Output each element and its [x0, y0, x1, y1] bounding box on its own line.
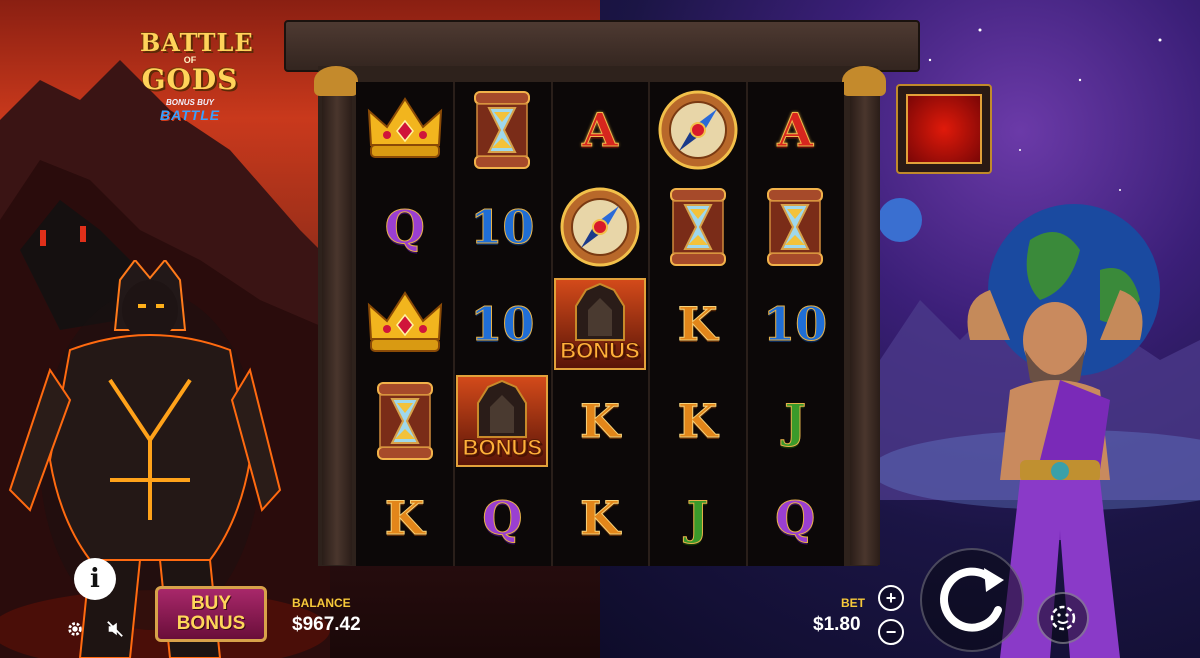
symbol-j: J: [784, 393, 807, 448]
crown-icon: [367, 97, 442, 159]
spin-arrow-icon: [940, 567, 1004, 632]
bonus-symbol-label: BONUS: [560, 337, 640, 363]
logo-title-top: BATTLE: [140, 28, 254, 57]
feature-indicator-gem: [906, 94, 982, 164]
buy-bonus-line2: BONUS: [176, 613, 246, 634]
reel-cell: BONUS: [551, 276, 649, 373]
reel-cell: [746, 179, 844, 276]
reel-cell: [454, 82, 552, 179]
symbol-k: K: [677, 296, 718, 351]
logo-title-bottom: GODS: [141, 63, 239, 96]
balance-value: $967.42: [292, 614, 361, 635]
reel-cell: [356, 372, 454, 469]
reel-grid: A A Q 10 10 BONUS K 10 BONUS K K J K Q K J Q: [356, 82, 844, 566]
left-pillar: [322, 70, 352, 565]
symbol-10: 10: [470, 296, 535, 351]
bet-increase-button[interactable]: +: [878, 585, 904, 611]
reel-cell: K: [356, 469, 454, 566]
throne-icon: [574, 282, 625, 341]
autoplay-button[interactable]: [1037, 592, 1089, 644]
symbol-10: 10: [470, 200, 535, 255]
spin-button[interactable]: [920, 548, 1024, 652]
buy-bonus-line1: BUY: [190, 593, 232, 614]
reel-divider: [551, 82, 553, 566]
compass-icon: [560, 187, 640, 267]
symbol-k: K: [384, 490, 425, 545]
reel-cell: A: [551, 82, 649, 179]
reel-cell: K: [551, 469, 649, 566]
hourglass-icon: [474, 91, 531, 170]
autoplay-icon: [1050, 605, 1076, 631]
reel-cell: K: [649, 372, 747, 469]
left-pillar-cap: [314, 66, 358, 96]
reel-cell: K: [551, 372, 649, 469]
reel-cell: [356, 82, 454, 179]
symbol-q: Q: [482, 490, 523, 545]
logo-subtitle-small: BONUS BUY: [165, 98, 214, 107]
bet-label: BET: [841, 596, 865, 610]
symbol-10: 10: [763, 296, 828, 351]
bonus-scatter-symbol: BONUS: [456, 374, 549, 467]
symbol-a: A: [777, 103, 814, 158]
reel-cell: Q: [746, 469, 844, 566]
reel-cell: J: [746, 372, 844, 469]
reel-cell: A: [746, 82, 844, 179]
reel-cell: [356, 276, 454, 373]
logo-subtitle-big: BATTLE: [159, 107, 221, 123]
symbol-k: K: [677, 393, 718, 448]
reel-cell: J: [649, 469, 747, 566]
symbol-k: K: [580, 490, 621, 545]
buy-bonus-button[interactable]: BUY BONUS: [155, 586, 267, 642]
bet-value: $1.80: [813, 614, 861, 635]
right-pillar-cap: [842, 66, 886, 96]
reel-cell: [551, 179, 649, 276]
game-logo: BATTLE OF GODS BONUS BUY BATTLE: [140, 28, 254, 148]
reel-cell: K: [649, 276, 747, 373]
settings-gear-icon[interactable]: [66, 620, 84, 638]
reel-cell: 10: [454, 276, 552, 373]
reel-frame-top: [284, 20, 920, 72]
right-pillar: [850, 70, 880, 565]
bet-decrease-button[interactable]: −: [878, 619, 904, 645]
symbol-a: A: [582, 103, 619, 158]
compass-icon: [658, 90, 738, 170]
feature-indicator: [896, 84, 992, 174]
sound-muted-icon[interactable]: [106, 620, 124, 638]
reel-cell: 10: [454, 179, 552, 276]
reel-cell: [649, 179, 747, 276]
bonus-symbol-label: BONUS: [462, 434, 543, 460]
reel-cell: Q: [356, 179, 454, 276]
crown-icon: [367, 291, 442, 352]
reel-divider: [648, 82, 650, 566]
symbol-q: Q: [775, 490, 816, 545]
hourglass-icon: [376, 381, 433, 460]
hourglass-icon: [669, 188, 726, 267]
symbol-q: Q: [384, 200, 425, 255]
symbol-j: J: [686, 490, 709, 545]
info-button[interactable]: i: [74, 558, 116, 600]
reel-cell: BONUS: [454, 372, 552, 469]
reel-cell: [649, 82, 747, 179]
reel-cell: Q: [454, 469, 552, 566]
symbol-k: K: [580, 393, 621, 448]
reel-divider: [453, 82, 455, 566]
bonus-scatter-symbol: BONUS: [553, 277, 646, 370]
reel-cell: 10: [746, 276, 844, 373]
reel-divider: [746, 82, 748, 566]
hourglass-icon: [767, 188, 824, 267]
balance-label: BALANCE: [292, 596, 351, 610]
throne-icon: [477, 379, 528, 438]
